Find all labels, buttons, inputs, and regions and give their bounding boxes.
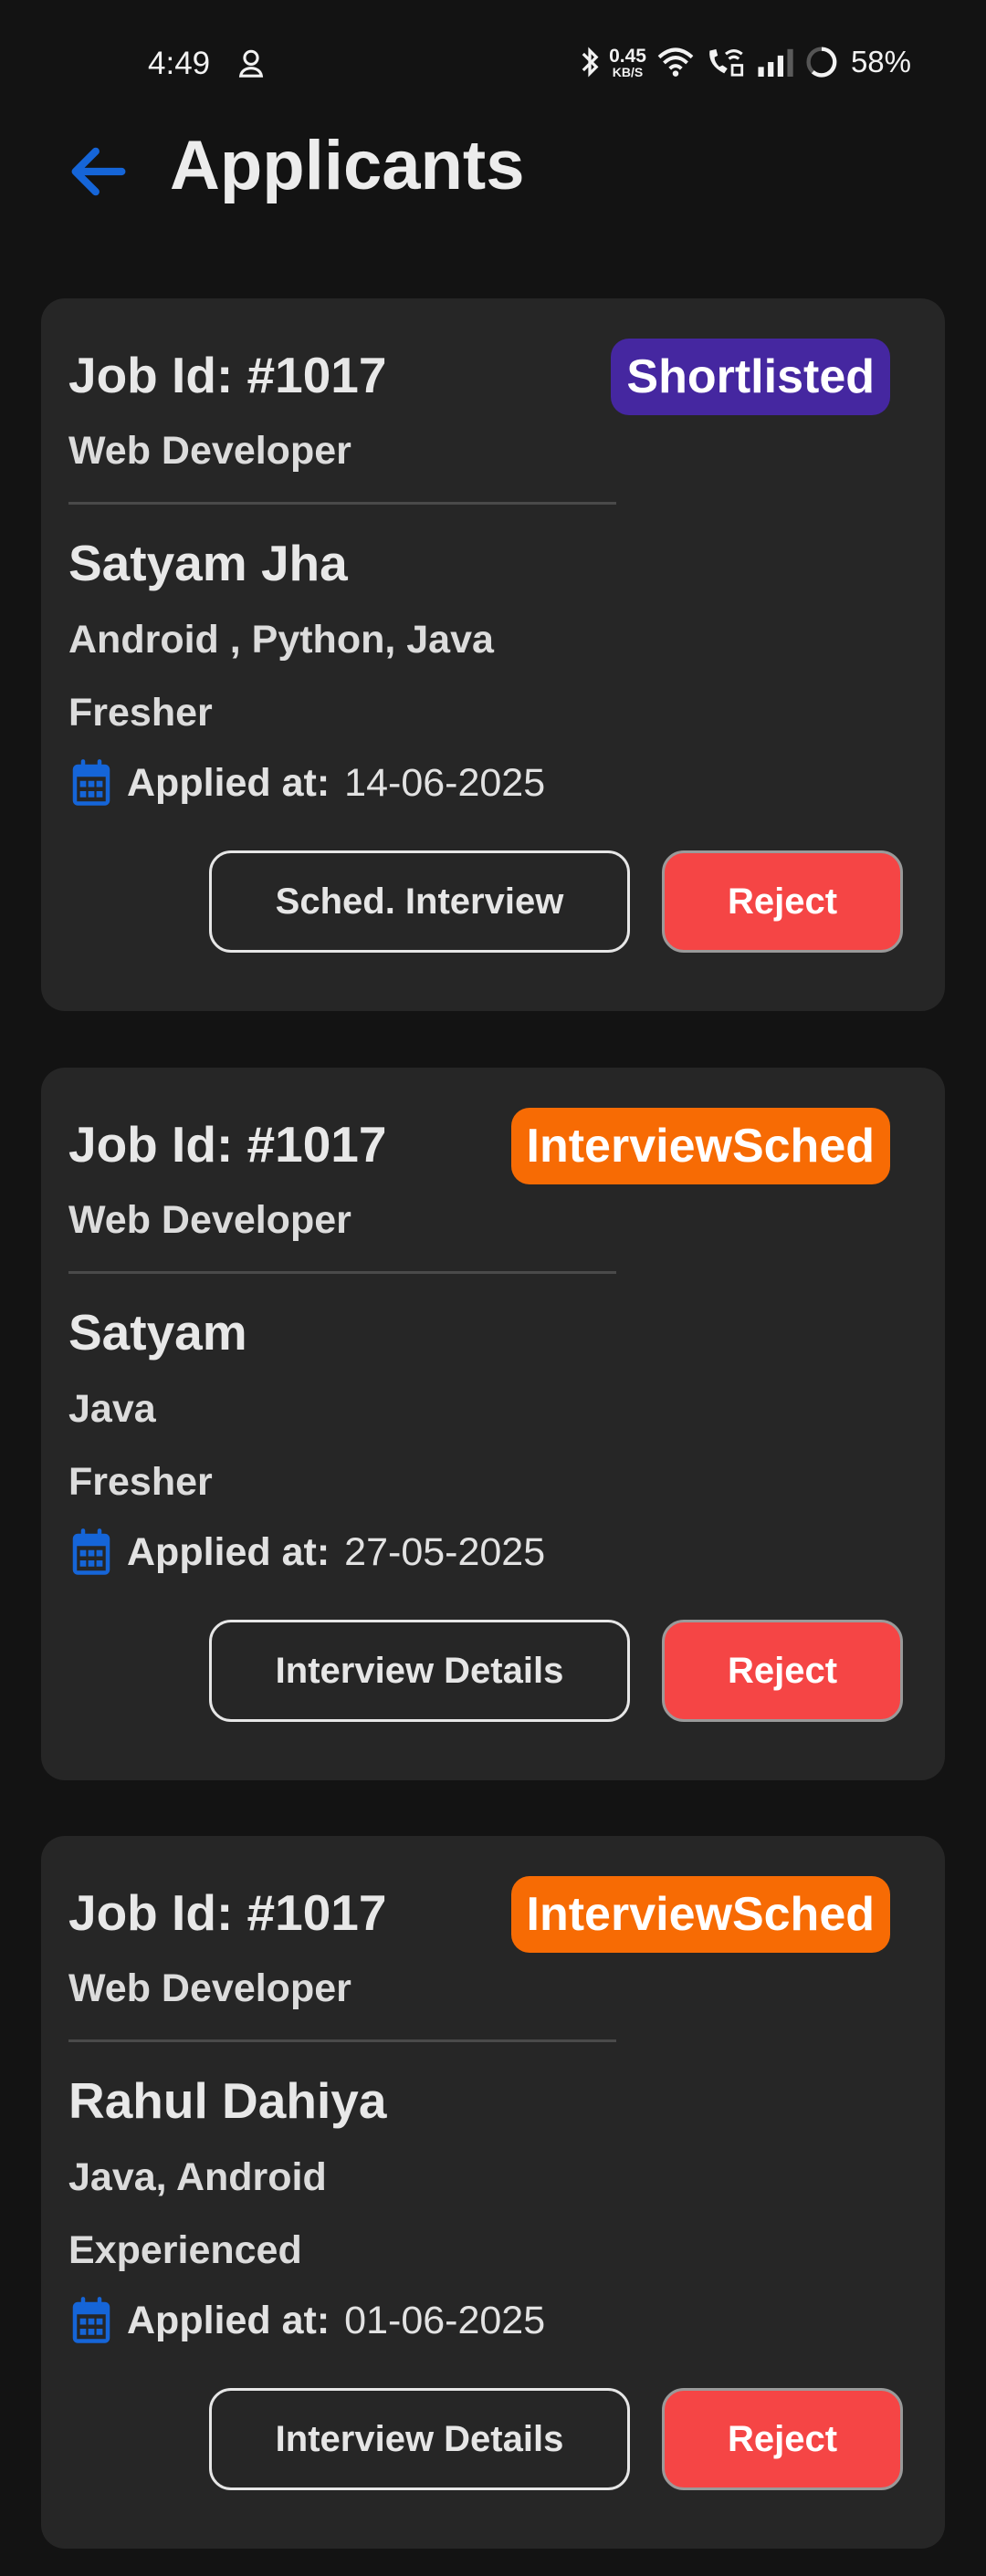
arrow-left-icon [71, 147, 126, 196]
schedule-interview-button[interactable]: Sched. Interview [209, 850, 630, 953]
applicant-name: Satyam Jha [68, 535, 348, 591]
person-icon [238, 49, 264, 78]
applicant-card[interactable]: Job Id: #1017 Shortlisted Web Developer … [41, 298, 945, 1011]
job-id: Job Id: #1017 [68, 347, 387, 403]
applicant-skills: Java, Android [68, 2155, 327, 2199]
battery-percent: 58% [850, 45, 911, 78]
calendar-icon [72, 2297, 110, 2343]
applicant-experience: Experienced [68, 2228, 302, 2272]
calendar-icon [72, 759, 110, 806]
applicant-name: Rahul Dahiya [68, 2072, 387, 2129]
status-badge: Shortlisted [611, 339, 890, 415]
network-speed-value: 0.45 [609, 45, 646, 67]
network-speed: 0.45 KB/S [609, 47, 646, 78]
applicant-experience: Fresher [68, 691, 213, 735]
bluetooth-icon [582, 47, 599, 78]
reject-button[interactable]: Reject [662, 850, 903, 953]
status-bar: 4:49 0.45 KB/S 58% [0, 0, 986, 119]
wifi-call-icon [709, 48, 744, 77]
job-title: Web Developer [68, 1966, 351, 2010]
applicant-card[interactable]: Job Id: #1017 InterviewSched Web Develop… [41, 1068, 945, 1780]
page-title: Applicants [170, 127, 525, 204]
applied-at-label: Applied at: [127, 2298, 330, 2342]
applied-date: 27-05-2025 [344, 1529, 546, 1574]
divider [68, 2039, 616, 2042]
divider [68, 502, 616, 505]
applicant-skills: Android , Python, Java [68, 618, 494, 662]
interview-details-button[interactable]: Interview Details [209, 2388, 630, 2490]
wifi-icon [657, 47, 694, 77]
reject-button[interactable]: Reject [662, 2388, 903, 2490]
job-id: Job Id: #1017 [68, 1116, 387, 1173]
status-badge: InterviewSched [510, 1876, 890, 1953]
applicant-experience: Fresher [68, 1460, 213, 1504]
applied-at-row: Applied at: 14-06-2025 [70, 756, 545, 810]
applied-date: 14-06-2025 [344, 760, 546, 805]
calendar-icon [72, 1528, 110, 1575]
applied-at-row: Applied at: 01-06-2025 [70, 2293, 545, 2348]
job-id: Job Id: #1017 [68, 1884, 387, 1941]
applied-date: 01-06-2025 [344, 2298, 546, 2342]
applied-at-label: Applied at: [127, 760, 330, 805]
network-speed-unit: KB/S [612, 64, 644, 79]
status-icons: 0.45 KB/S 58% [580, 44, 911, 80]
applicant-card[interactable]: Job Id: #1017 InterviewSched Web Develop… [41, 1836, 945, 2549]
status-time: 4:49 [148, 46, 211, 81]
battery-ring-icon [806, 47, 837, 78]
applicant-skills: Java [68, 1387, 156, 1431]
applied-at-row: Applied at: 27-05-2025 [70, 1525, 545, 1580]
reject-button[interactable]: Reject [662, 1620, 903, 1722]
app-header: Applicants [0, 119, 986, 228]
divider [68, 1271, 616, 1274]
status-badge: InterviewSched [510, 1108, 890, 1184]
job-title: Web Developer [68, 1198, 351, 1242]
signal-icon [758, 48, 793, 77]
applied-at-label: Applied at: [127, 1529, 330, 1574]
job-title: Web Developer [68, 429, 351, 473]
back-button[interactable] [64, 137, 133, 206]
applicant-name: Satyam [68, 1304, 247, 1361]
interview-details-button[interactable]: Interview Details [209, 1620, 630, 1722]
